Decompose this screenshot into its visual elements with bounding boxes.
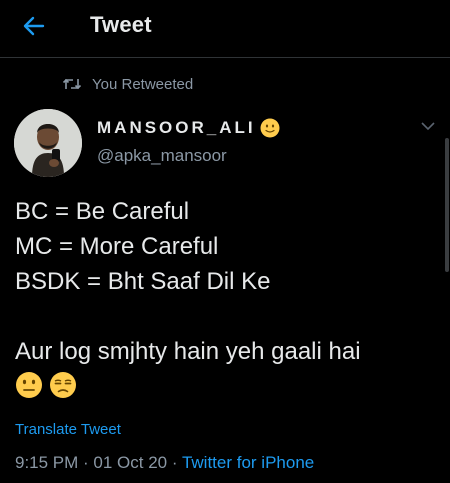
tweet-line: MC = More Careful — [15, 233, 219, 260]
chevron-down-icon — [421, 121, 435, 130]
author-name[interactable]: MANSOOR_ALI — [97, 118, 280, 138]
tweet-date: 01 Oct 20 — [93, 453, 168, 472]
more-options-button[interactable] — [418, 118, 438, 134]
tweet-text: BC = Be Careful MC = More Careful BSDK =… — [15, 194, 435, 399]
retweet-icon — [62, 76, 82, 92]
header-divider — [0, 57, 450, 58]
tweet-detail-screen: Tweet You Retweeted MANSOOR_ALI @apka_ma… — [0, 0, 450, 483]
arrow-left-icon — [23, 16, 45, 36]
tweet-closing-line: Aur log smjhty hain yeh gaali hai — [15, 338, 361, 365]
tweet-time: 9:15 PM — [15, 453, 79, 472]
top-bar: Tweet — [0, 0, 450, 56]
back-button[interactable] — [16, 11, 52, 41]
tweet-emojis — [15, 371, 435, 399]
meta-separator: · — [167, 453, 182, 472]
social-context-text: You Retweeted — [92, 75, 194, 93]
scrollbar[interactable] — [445, 138, 449, 272]
avatar[interactable] — [14, 109, 82, 177]
meta-separator: · — [78, 453, 94, 472]
unamused-face-icon — [50, 372, 76, 398]
tweet-metadata: 9:15 PM · 01 Oct 20 · Twitter for iPhone — [15, 453, 314, 473]
tweet-source-link[interactable]: Twitter for iPhone — [182, 453, 314, 472]
tweet-line: BC = Be Careful — [15, 198, 190, 225]
author-name-text: MANSOOR_ALI — [97, 118, 256, 137]
slightly-smiling-face-icon — [260, 118, 280, 138]
tweet-line: BSDK = Bht Saaf Dil Ke — [15, 268, 271, 295]
page-title: Tweet — [90, 12, 152, 37]
author-handle[interactable]: @apka_mansoor — [97, 146, 227, 166]
neutral-face-icon — [16, 372, 42, 398]
translate-tweet-link[interactable]: Translate Tweet — [15, 421, 121, 438]
social-context: You Retweeted — [62, 74, 193, 94]
